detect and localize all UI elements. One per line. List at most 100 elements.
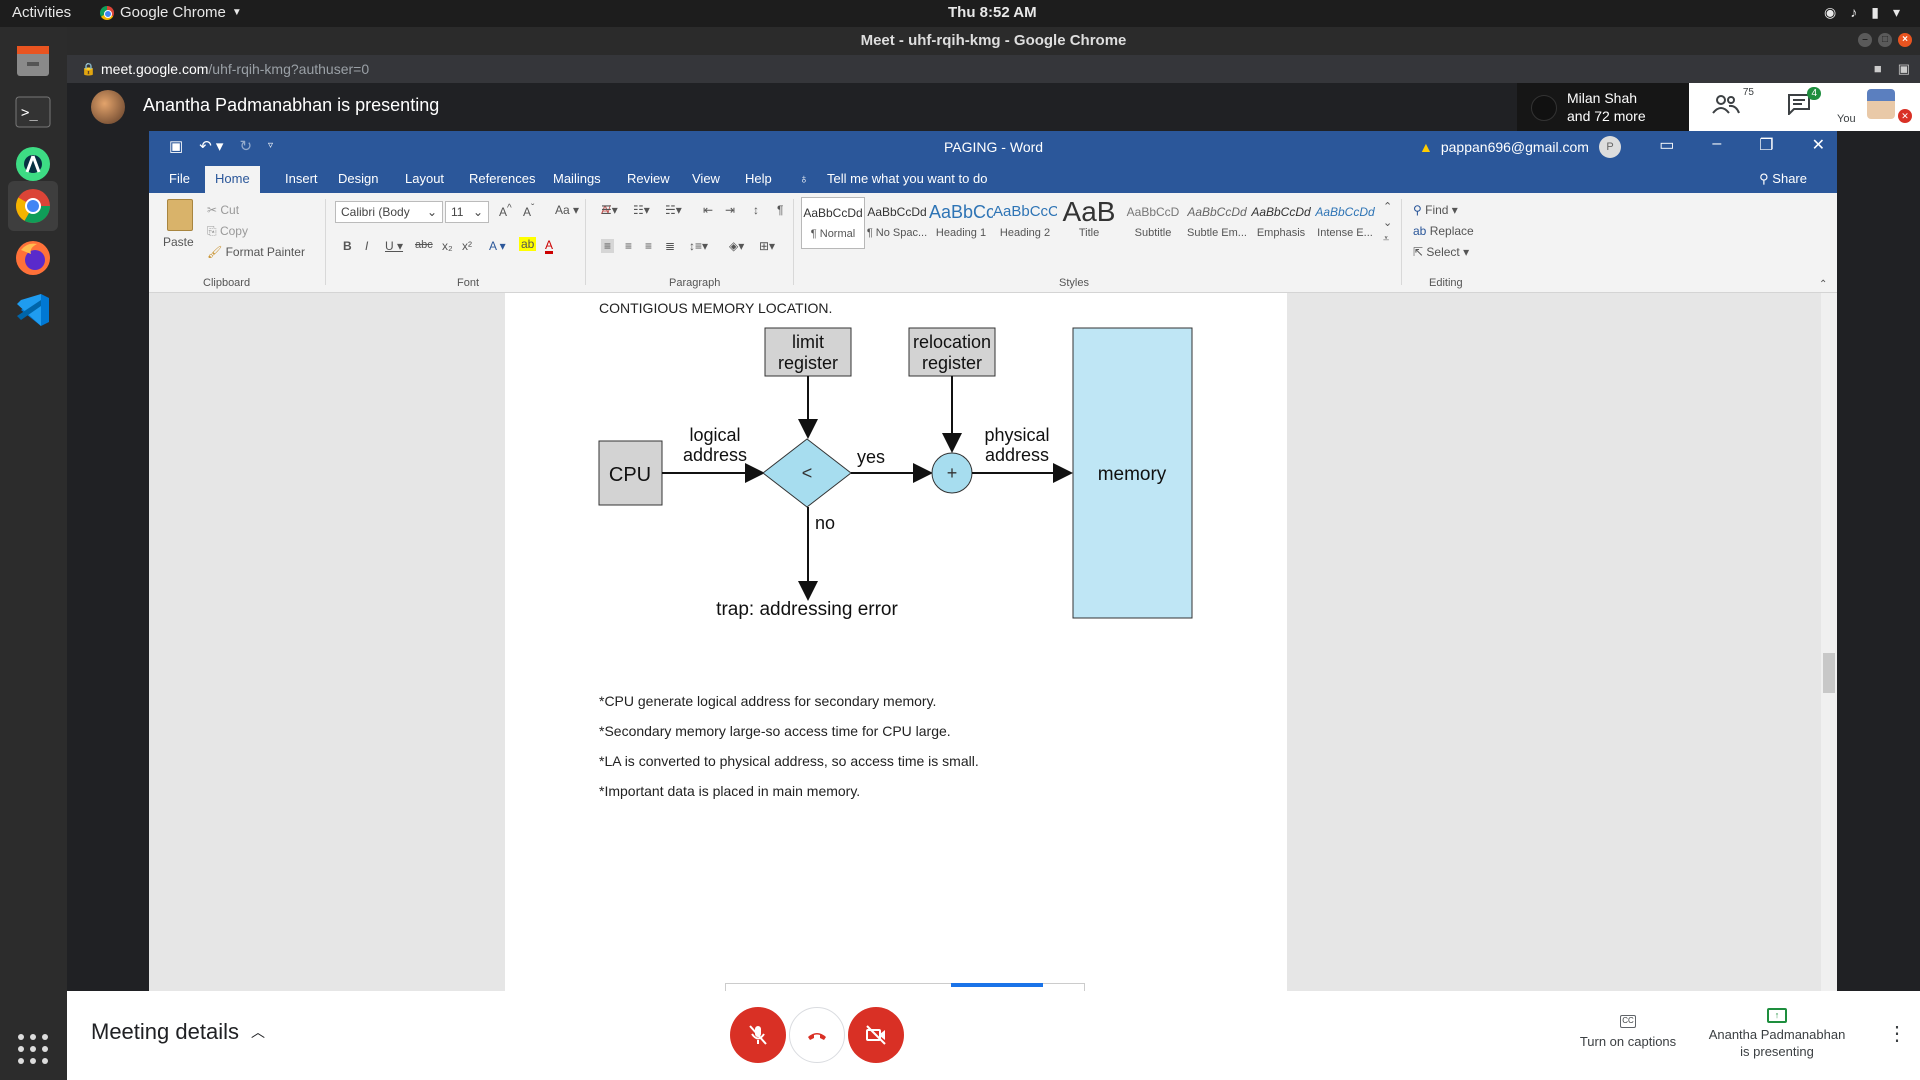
system-tray[interactable]: ◉ ♪ ▮ ▾ (1824, 4, 1900, 21)
increase-indent-icon[interactable]: ⇥ (725, 203, 735, 217)
address-bar[interactable]: 🔒 meet.google.com/uhf-rqih-kmg?authuser=… (67, 55, 1920, 83)
style-heading-1[interactable]: AaBbCc Heading 1 (929, 197, 993, 249)
underline-icon[interactable]: U ▾ (385, 239, 403, 253)
account-area[interactable]: ▲ pappan696@gmail.com (1419, 139, 1589, 155)
superscript-icon[interactable]: x² (462, 239, 472, 253)
bullets-icon[interactable]: ☰▾ (601, 203, 618, 217)
show-applications-icon[interactable] (18, 1034, 48, 1064)
multilevel-list-icon[interactable]: ☵▾ (665, 203, 682, 217)
redo-icon[interactable]: ↻ (239, 137, 252, 155)
meeting-details-button[interactable]: Meeting details ︿ (91, 1019, 265, 1045)
tell-me-search[interactable]: Tell me what you want to do (827, 171, 987, 186)
undo-icon[interactable]: ↶ ▾ (199, 137, 223, 155)
ribbon-display-icon[interactable]: ▭ (1659, 135, 1674, 155)
borders-icon[interactable]: ⊞▾ (759, 239, 775, 253)
dock-terminal[interactable]: >_ (8, 87, 58, 137)
cut-button[interactable]: ✂ Cut (207, 203, 239, 217)
tab-insert[interactable]: Insert (285, 171, 318, 186)
camera-icon[interactable]: ■ (1874, 55, 1882, 83)
captions-button[interactable]: CC Turn on captions (1573, 1011, 1683, 1049)
font-size-select[interactable]: 11 ⌄ (445, 201, 489, 223)
close-icon[interactable]: ✕ (1812, 135, 1825, 155)
style-title[interactable]: AaB Title (1057, 197, 1121, 249)
find-button[interactable]: ⚲ Find ▾ (1413, 203, 1458, 217)
account-avatar[interactable]: P (1599, 136, 1621, 158)
close-icon[interactable]: × (1898, 33, 1912, 47)
document-page[interactable]: CONTIGIOUS MEMORY LOCATION. limit regist… (505, 293, 1287, 991)
collapse-ribbon-icon[interactable]: ⌃ (1819, 279, 1827, 290)
tab-file[interactable]: File (169, 171, 190, 186)
shrink-font-icon[interactable]: Aˇ (523, 203, 534, 219)
style-intense-emphasis[interactable]: AaBbCcDd Intense E... (1313, 197, 1377, 249)
align-right-icon[interactable]: ≡ (645, 239, 652, 253)
italic-icon[interactable]: I (365, 239, 368, 253)
more-options-icon[interactable]: ⋮ (1887, 1021, 1907, 1046)
highlight-icon[interactable]: ab (519, 237, 537, 251)
decrease-indent-icon[interactable]: ⇤ (703, 203, 713, 217)
bold-icon[interactable]: B (343, 239, 352, 253)
chat-button[interactable]: 4 (1787, 87, 1821, 121)
minimize-icon[interactable]: – (1712, 135, 1721, 155)
copy-button[interactable]: ⎘ Copy (207, 224, 248, 239)
microphone-toggle[interactable] (730, 1007, 786, 1063)
numbering-icon[interactable]: ☷▾ (633, 203, 650, 217)
tab-review[interactable]: Review (627, 171, 670, 186)
replace-button[interactable]: ab Replace (1413, 224, 1474, 238)
translate-icon[interactable]: ▣ (1898, 55, 1910, 83)
dock-firefox[interactable] (8, 233, 58, 283)
tab-mailings[interactable]: Mailings (553, 171, 601, 186)
style-emphasis[interactable]: AaBbCcDd Emphasis (1249, 197, 1313, 249)
paste-button[interactable]: Paste (163, 235, 194, 249)
tab-design[interactable]: Design (338, 171, 378, 186)
text-effects-icon[interactable]: A ▾ (489, 239, 506, 253)
style-no-spacing[interactable]: AaBbCcDd ¶ No Spac... (865, 197, 929, 249)
tab-references[interactable]: References (469, 171, 535, 186)
self-view-avatar[interactable] (1867, 89, 1895, 119)
select-button[interactable]: ⇱ Select ▾ (1413, 245, 1469, 259)
font-color-icon[interactable]: A (545, 239, 554, 254)
share-button[interactable]: ⚲ Share (1759, 171, 1807, 187)
grow-font-icon[interactable]: A^ (499, 203, 512, 219)
activities-button[interactable]: Activities (12, 4, 71, 21)
align-left-icon[interactable]: ≡ (601, 239, 615, 253)
minimize-icon[interactable]: – (1858, 33, 1872, 47)
line-spacing-icon[interactable]: ↕≡▾ (689, 239, 708, 253)
tab-view[interactable]: View (692, 171, 720, 186)
tab-home[interactable]: Home (205, 166, 260, 193)
paste-icon[interactable] (167, 199, 193, 231)
leave-call-button[interactable] (789, 1007, 845, 1063)
maximize-icon[interactable]: □ (1878, 33, 1892, 47)
font-family-select[interactable]: Calibri (Body ⌄ (335, 201, 443, 223)
align-center-icon[interactable]: ≡ (625, 239, 632, 253)
dock-vscode[interactable] (8, 285, 58, 335)
customize-qat-icon[interactable]: ▿ (268, 140, 273, 155)
camera-toggle[interactable] (848, 1007, 904, 1063)
shading-icon[interactable]: ◈▾ (729, 239, 744, 253)
save-icon[interactable]: ▣ (169, 137, 183, 155)
presenting-button[interactable]: ↑ Anantha Padmanabhan is presenting (1707, 1005, 1847, 1060)
pilcrow-icon[interactable]: ¶ (777, 203, 783, 217)
dock-files[interactable] (8, 35, 58, 85)
justify-icon[interactable]: ≣ (665, 239, 675, 253)
app-menu[interactable]: Google Chrome ▼ (100, 4, 242, 21)
style-subtle-emphasis[interactable]: AaBbCcDd Subtle Em... (1185, 197, 1249, 249)
people-button[interactable]: 75 (1712, 87, 1754, 121)
style-subtitle[interactable]: AaBbCcD Subtitle (1121, 197, 1185, 249)
sort-icon[interactable]: ↕ (753, 203, 759, 217)
participant-tile[interactable]: Milan Shah and 72 more (1517, 83, 1689, 131)
style-heading-2[interactable]: AaBbCcC Heading 2 (993, 197, 1057, 249)
vertical-scrollbar[interactable] (1821, 293, 1837, 991)
dock-chrome[interactable] (8, 181, 58, 231)
scrollbar-thumb[interactable] (1823, 653, 1835, 693)
strikethrough-icon[interactable]: abc (415, 239, 433, 251)
subscript-icon[interactable]: x₂ (442, 239, 453, 253)
format-painter-button[interactable]: 🖌 Format Painter (207, 245, 305, 259)
restore-icon[interactable]: ❐ (1759, 135, 1773, 155)
style-normal[interactable]: AaBbCcDd ¶ Normal (801, 197, 865, 249)
tab-layout[interactable]: Layout (405, 171, 444, 186)
tab-help[interactable]: Help (745, 171, 772, 186)
system-clock[interactable]: Thu 8:52 AM (948, 4, 1037, 21)
styles-scroll-icon[interactable]: ⌃ ⌄ ⩡ (1383, 199, 1392, 247)
change-case-icon[interactable]: Aa ▾ (555, 203, 579, 217)
url-text[interactable]: meet.google.com/uhf-rqih-kmg?authuser=0 (101, 55, 369, 83)
